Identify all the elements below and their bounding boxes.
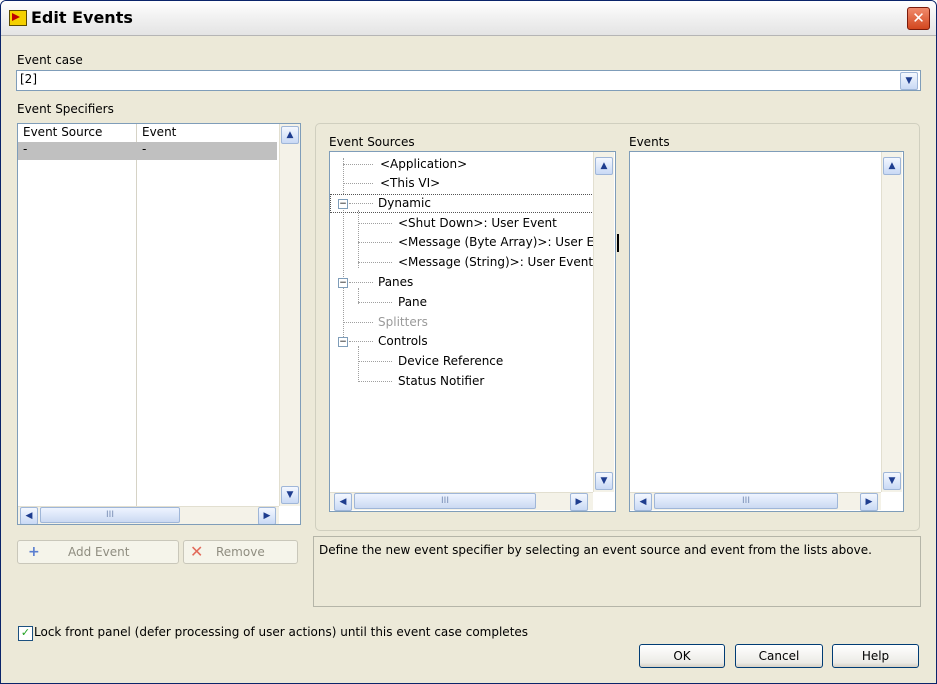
help-button[interactable]: Help (832, 644, 919, 668)
tree-item-pane[interactable]: Pane (398, 293, 427, 311)
description-text: Define the new event specifier by select… (313, 536, 921, 607)
column-header-event-source[interactable]: Event Source (18, 124, 138, 140)
event-specifiers-list[interactable]: Event Source Event - - ▲ ▼ ◀ III ▶ (17, 123, 301, 525)
lock-front-panel-checkbox[interactable]: ✓ (18, 626, 33, 641)
tree-item-message-byte-array[interactable]: <Message (Byte Array)>: User E (398, 233, 594, 251)
scroll-up-icon[interactable]: ▲ (281, 126, 299, 144)
tree-item-controls[interactable]: Controls (378, 332, 428, 350)
column-header-event[interactable]: Event (137, 124, 282, 140)
edit-events-dialog: Edit Events ✕ Event case [2] ▼ Event Spe… (0, 0, 937, 684)
column-divider (136, 124, 137, 506)
scroll-left-icon[interactable]: ◀ (334, 493, 352, 511)
vertical-scrollbar[interactable]: ▲ ▼ (593, 152, 614, 492)
splitter-handle[interactable] (617, 234, 619, 252)
add-event-button[interactable]: + Add Event (17, 540, 179, 564)
scroll-thumb[interactable]: III (654, 493, 838, 509)
collapse-icon[interactable]: − (338, 278, 348, 288)
tree-item-application[interactable]: <Application> (380, 155, 467, 173)
event-sources-tree[interactable]: <Application> <This VI> − Dynamic <Shut … (329, 151, 616, 512)
labview-app-icon (9, 10, 27, 26)
vertical-scrollbar[interactable]: ▲ ▼ (279, 124, 300, 506)
scroll-right-icon[interactable]: ▶ (860, 493, 878, 511)
tree-item-shut-down[interactable]: <Shut Down>: User Event (398, 214, 557, 232)
scroll-left-icon[interactable]: ◀ (20, 507, 38, 524)
horizontal-scrollbar[interactable]: ◀ III ▶ (330, 492, 593, 511)
tree-item-message-string[interactable]: <Message (String)>: User Event (398, 253, 593, 271)
scroll-thumb[interactable]: III (40, 507, 180, 523)
events-list[interactable]: ▲ ▼ ◀ III ▶ (629, 151, 904, 512)
event-specifiers-label: Event Specifiers (17, 102, 114, 116)
tree-item-status-notifier[interactable]: Status Notifier (398, 372, 484, 390)
collapse-icon[interactable]: − (338, 199, 348, 209)
vertical-scrollbar[interactable]: ▲ ▼ (881, 152, 902, 492)
scroll-down-icon[interactable]: ▼ (595, 472, 613, 490)
scroll-right-icon[interactable]: ▶ (570, 493, 588, 511)
event-case-label: Event case (17, 53, 83, 67)
title-bar[interactable]: Edit Events ✕ (1, 1, 936, 36)
scroll-up-icon[interactable]: ▲ (595, 157, 613, 175)
scroll-down-icon[interactable]: ▼ (883, 472, 901, 490)
ok-button[interactable]: OK (639, 644, 725, 668)
close-button[interactable]: ✕ (907, 7, 930, 30)
remove-x-icon: ✕ (190, 542, 204, 561)
tree-item-panes[interactable]: Panes (378, 273, 413, 291)
event-case-combo[interactable]: [2] ▼ (16, 70, 921, 91)
remove-button[interactable]: ✕ Remove (183, 540, 298, 564)
scroll-up-icon[interactable]: ▲ (883, 157, 901, 175)
collapse-icon[interactable]: − (338, 337, 348, 347)
lock-front-panel-label[interactable]: Lock front panel (defer processing of us… (34, 625, 528, 639)
scroll-left-icon[interactable]: ◀ (634, 493, 652, 511)
event-case-value: [2] (20, 72, 37, 86)
dialog-title: Edit Events (31, 8, 133, 27)
horizontal-scrollbar[interactable]: ◀ III ▶ (18, 506, 279, 524)
chevron-down-icon[interactable]: ▼ (900, 72, 918, 90)
add-event-label: Add Event (68, 545, 130, 559)
cancel-button[interactable]: Cancel (735, 644, 823, 668)
horizontal-scrollbar[interactable]: ◀ III ▶ (630, 492, 881, 511)
scroll-thumb[interactable]: III (354, 493, 536, 509)
event-sources-label: Event Sources (329, 135, 415, 149)
tree-item-splitters[interactable]: Splitters (378, 313, 428, 331)
table-row[interactable]: - - (18, 142, 277, 160)
remove-label: Remove (216, 545, 265, 559)
table-cell-event: - (142, 142, 147, 156)
scroll-right-icon[interactable]: ▶ (258, 507, 276, 524)
tree-item-dynamic[interactable]: Dynamic (378, 194, 431, 212)
table-cell-source: - (23, 142, 28, 156)
events-label: Events (629, 135, 670, 149)
plus-icon: + (28, 544, 40, 560)
tree-item-this-vi[interactable]: <This VI> (380, 174, 440, 192)
tree-item-device-reference[interactable]: Device Reference (398, 352, 503, 370)
scroll-down-icon[interactable]: ▼ (281, 486, 299, 504)
